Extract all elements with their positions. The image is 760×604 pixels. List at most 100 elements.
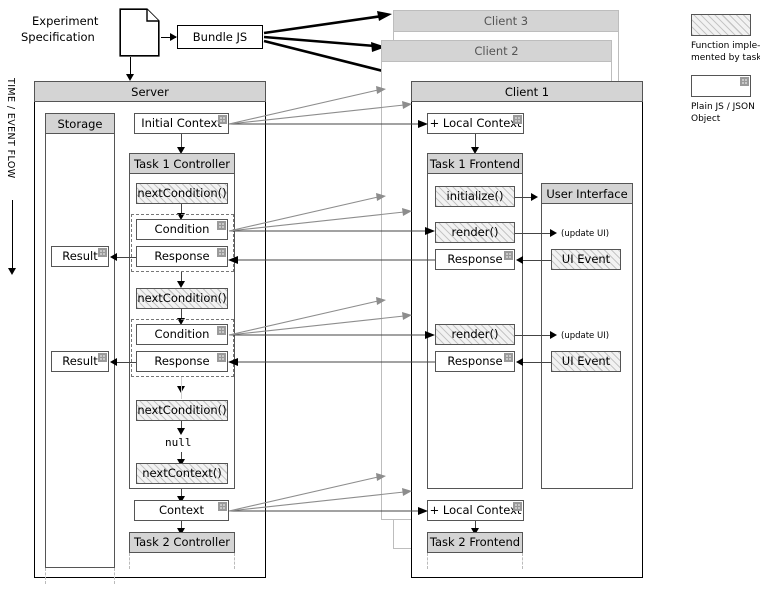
time-flow-label: TIME / EVENT FLOW <box>5 78 16 179</box>
result-label: Result <box>62 354 98 369</box>
step-label: nextCondition() <box>137 186 227 201</box>
conn-nc3-null-arrowhead <box>177 428 185 435</box>
task2-frontend-foot-right <box>522 553 523 569</box>
step-label: Response <box>154 354 210 369</box>
json-object-icon <box>217 248 226 257</box>
server-context-box[interactable]: Context <box>134 500 229 521</box>
step-label: render() <box>451 327 499 342</box>
response1-to-result1-arrowhead <box>110 253 117 261</box>
step-label: Condition <box>154 327 210 342</box>
initial-context-label: Initial Context <box>141 116 222 131</box>
bundle-js-box[interactable]: Bundle JS <box>177 25 263 49</box>
step-label: Response <box>154 249 210 264</box>
task1-frontend-label: Task 1 Frontend <box>429 156 521 171</box>
initial-context-box[interactable]: Initial Context <box>134 113 229 134</box>
time-flow-line <box>12 200 13 270</box>
server-step-response-2[interactable]: Response <box>136 351 228 372</box>
task2-frontend-box[interactable]: Task 2 Frontend <box>427 532 523 553</box>
step-label: nextCondition() <box>137 291 227 306</box>
spec-label-line2: Specification <box>21 30 95 44</box>
storage-label: Storage <box>57 116 103 131</box>
client3-header: Client 3 <box>393 10 619 32</box>
step-label: nextContext() <box>142 466 222 481</box>
client2-label: Client 2 <box>474 44 519 58</box>
client1-label: Client 1 <box>504 84 550 99</box>
client1-step-render-1[interactable]: render() <box>435 222 515 243</box>
update-ui-label-1: (update UI) <box>561 229 610 239</box>
legend-plain-line1: Plain JS / JSON <box>691 102 755 112</box>
conn-render1-updateui-arrowhead <box>550 229 557 237</box>
step-label: Condition <box>154 222 210 237</box>
user-interface-header: User Interface <box>541 183 633 204</box>
conn-uievent1-response1-arrowhead <box>516 256 523 264</box>
spec-to-server-arrowhead <box>126 74 134 81</box>
json-object-icon <box>98 248 107 257</box>
client1-ui-event-1[interactable]: UI Event <box>551 249 621 270</box>
server-context-label: Context <box>158 503 205 518</box>
storage-lifeline-foot-right <box>114 568 115 584</box>
legend-hatched-line2: mented by task <box>691 53 760 63</box>
legend-hatched-line1: Function imple- <box>691 41 760 51</box>
server-step-condition-1[interactable]: Condition <box>136 219 228 240</box>
legend-plain-swatch <box>691 75 751 97</box>
response2-to-result2-line <box>117 362 136 363</box>
client1-step-initialize[interactable]: initialize() <box>435 186 515 207</box>
diagram-canvas: TIME / EVENT FLOW Experiment Specificati… <box>0 0 760 604</box>
server-step-next-context[interactable]: nextContext() <box>136 463 228 484</box>
task1-controller-label: Task 1 Controller <box>133 156 230 171</box>
json-object-icon <box>218 115 227 124</box>
conn-render2-updateui-line <box>515 335 555 336</box>
null-literal-label: null <box>165 436 192 449</box>
ui-event-label: UI Event <box>561 354 611 369</box>
task2-frontend-foot-left <box>427 553 428 569</box>
step-label: nextCondition() <box>137 403 227 418</box>
client1-local-context-top[interactable]: + Local Context <box>427 113 524 134</box>
document-icon <box>119 8 160 57</box>
server-result-2[interactable]: Result <box>51 351 109 372</box>
server-step-condition-2[interactable]: Condition <box>136 324 228 345</box>
time-flow-arrowhead <box>8 268 16 275</box>
conn-uievent2-response2-arrowhead <box>516 358 523 366</box>
storage-header: Storage <box>45 113 115 134</box>
spec-label-line1: Experiment <box>32 14 99 28</box>
server-header: Server <box>34 81 266 102</box>
json-object-icon <box>217 221 226 230</box>
step-label: render() <box>451 225 499 240</box>
conn-grp2-nc3-ghost <box>181 377 182 399</box>
conn-render1-updateui-line <box>515 233 555 234</box>
server-step-next-condition-2[interactable]: nextCondition() <box>136 288 228 309</box>
task2-controller-label: Task 2 Controller <box>133 535 230 550</box>
client3-label: Client 3 <box>483 14 529 28</box>
server-result-1[interactable]: Result <box>51 246 109 267</box>
storage-panel <box>45 113 115 568</box>
spec-to-bundle-arrowhead <box>170 33 177 41</box>
server-step-response-1[interactable]: Response <box>136 246 228 267</box>
local-context-label: + Local Context <box>429 116 522 131</box>
client1-header: Client 1 <box>411 81 643 102</box>
step-label: Response <box>447 354 503 369</box>
json-object-icon <box>740 77 749 86</box>
client1-step-render-2[interactable]: render() <box>435 324 515 345</box>
user-interface-label: User Interface <box>546 186 628 201</box>
client1-ui-event-2[interactable]: UI Event <box>551 351 621 372</box>
json-object-icon <box>504 251 513 260</box>
response2-to-result2-arrowhead <box>110 358 117 366</box>
bundle-js-label: Bundle JS <box>192 29 248 44</box>
json-object-icon <box>217 353 226 362</box>
client1-local-context-bottom[interactable]: + Local Context <box>427 500 524 521</box>
server-step-next-condition-1[interactable]: nextCondition() <box>136 183 228 204</box>
client1-step-response-1[interactable]: Response <box>435 249 515 270</box>
task2-controller-box[interactable]: Task 2 Controller <box>129 532 235 553</box>
storage-lifeline-foot-left <box>45 568 46 584</box>
json-object-icon <box>98 353 107 362</box>
server-step-next-condition-3[interactable]: nextCondition() <box>136 400 228 421</box>
legend-plain-line2: Object <box>691 114 721 124</box>
conn-uievent2-response2-line <box>522 362 551 363</box>
task2-frontend-label: Task 2 Frontend <box>429 535 521 550</box>
json-object-icon <box>513 502 522 511</box>
conn-render2-updateui-arrowhead <box>550 331 557 339</box>
client1-step-response-2[interactable]: Response <box>435 351 515 372</box>
conn-initialize-ui-arrowhead <box>531 193 538 201</box>
ui-event-label: UI Event <box>561 252 611 267</box>
json-object-icon <box>504 353 513 362</box>
